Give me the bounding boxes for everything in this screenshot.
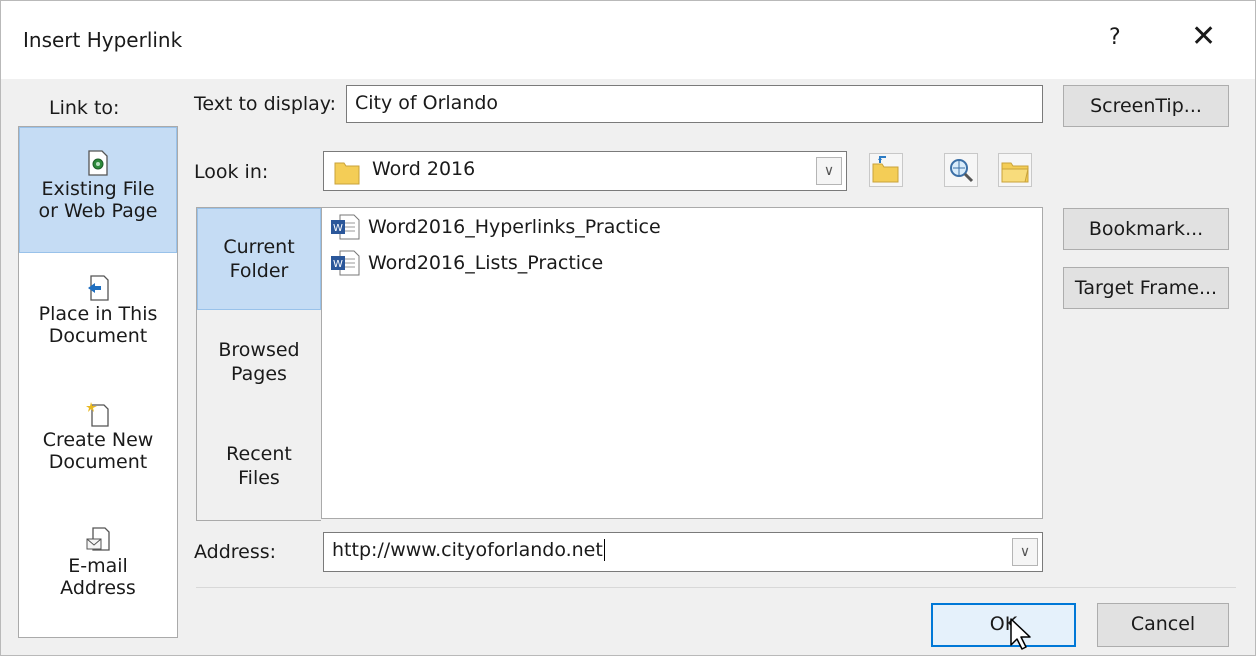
list-item[interactable]: W Word2016_Lists_Practice — [330, 248, 603, 278]
word-document-icon: W — [331, 214, 360, 240]
link-to-create-new-document[interactable]: Create New Document — [19, 401, 177, 527]
file-name: Word2016_Hyperlinks_Practice — [368, 216, 661, 238]
bookmark-button[interactable]: Bookmark... — [1063, 208, 1229, 250]
dialog-title: Insert Hyperlink — [23, 28, 183, 52]
look-in-combobox[interactable]: Word 2016 ∨ — [323, 151, 847, 191]
email-icon — [86, 527, 110, 551]
existing-file-icon — [88, 150, 108, 176]
tab-browsed-pages[interactable]: Browsed Pages — [197, 338, 321, 386]
up-folder-icon — [872, 156, 899, 183]
close-button[interactable]: ✕ — [1191, 19, 1216, 54]
tab-label-line1: Recent — [226, 443, 292, 465]
text-to-display-input[interactable]: City of Orlando — [346, 85, 1043, 123]
tab-label-line2: Pages — [231, 363, 287, 385]
link-to-panel: Existing File or Web Page Place in This … — [18, 126, 178, 638]
tab-label-line1: Current — [223, 236, 295, 258]
link-to-existing-file[interactable]: Existing File or Web Page — [19, 127, 177, 253]
browse-file-button[interactable] — [998, 153, 1032, 187]
separator — [196, 587, 1236, 588]
list-item[interactable]: W Word2016_Hyperlinks_Practice — [330, 212, 661, 242]
ok-button[interactable]: OK — [931, 603, 1076, 647]
chevron-down-icon[interactable]: ∨ — [816, 157, 842, 185]
nav-label-line1: E-mail — [68, 555, 128, 577]
insert-hyperlink-dialog: Insert Hyperlink ? ✕ Link to: Existing F… — [0, 0, 1256, 656]
create-new-document-icon — [86, 402, 109, 427]
nav-label-line1: Place in This — [38, 303, 158, 325]
file-list[interactable]: W Word2016_Hyperlinks_Practice W Word201… — [321, 207, 1043, 519]
link-to-place-in-document[interactable]: Place in This Document — [19, 275, 177, 401]
target-frame-button[interactable]: Target Frame... — [1063, 267, 1229, 309]
location-tabs: Current Folder Browsed Pages Recent File… — [196, 207, 321, 521]
look-in-label: Look in: — [194, 161, 269, 183]
chevron-down-icon[interactable]: ∨ — [1012, 538, 1038, 566]
address-combobox[interactable]: http://www.cityoforlando.net​ ∨ — [323, 532, 1043, 572]
tab-current-folder[interactable]: Current Folder — [197, 208, 321, 310]
tab-recent-files[interactable]: Recent Files — [197, 442, 321, 490]
cancel-button[interactable]: Cancel — [1097, 603, 1229, 647]
word-document-icon: W — [331, 250, 360, 276]
address-label: Address: — [194, 541, 277, 563]
look-in-value: Word 2016 — [372, 158, 476, 180]
browse-web-icon — [950, 159, 974, 183]
text-caret: ​ — [603, 539, 605, 561]
up-folder-button[interactable] — [869, 153, 903, 187]
mouse-cursor-icon — [1010, 618, 1031, 650]
nav-label-line1: Existing File — [41, 178, 155, 200]
link-to-label: Link to: — [49, 97, 120, 119]
screentip-button[interactable]: ScreenTip... — [1063, 85, 1229, 127]
nav-label-line1: Create New — [42, 429, 154, 451]
help-button[interactable]: ? — [1109, 25, 1121, 50]
title-bar: Insert Hyperlink ? ✕ — [1, 1, 1255, 79]
text-to-display-label: Text to display: — [194, 93, 337, 115]
nav-label-line2: Address — [60, 577, 136, 599]
place-in-document-icon — [88, 275, 109, 301]
browse-file-icon — [1001, 162, 1029, 183]
nav-label-line2: Document — [48, 325, 148, 347]
tab-label-line1: Browsed — [218, 339, 300, 361]
folder-icon — [334, 162, 360, 185]
svg-text:W: W — [333, 259, 343, 270]
address-value: http://www.cityoforlando.net — [332, 539, 603, 561]
file-name: Word2016_Lists_Practice — [368, 252, 604, 274]
link-to-email-address[interactable]: E-mail Address — [19, 527, 177, 653]
nav-label-line2: or Web Page — [38, 200, 158, 222]
tab-label-line2: Files — [238, 467, 280, 489]
svg-text:W: W — [333, 223, 343, 234]
nav-label-line2: Document — [48, 451, 148, 473]
browse-web-button[interactable] — [944, 153, 978, 187]
tab-label-line2: Folder — [229, 260, 289, 282]
